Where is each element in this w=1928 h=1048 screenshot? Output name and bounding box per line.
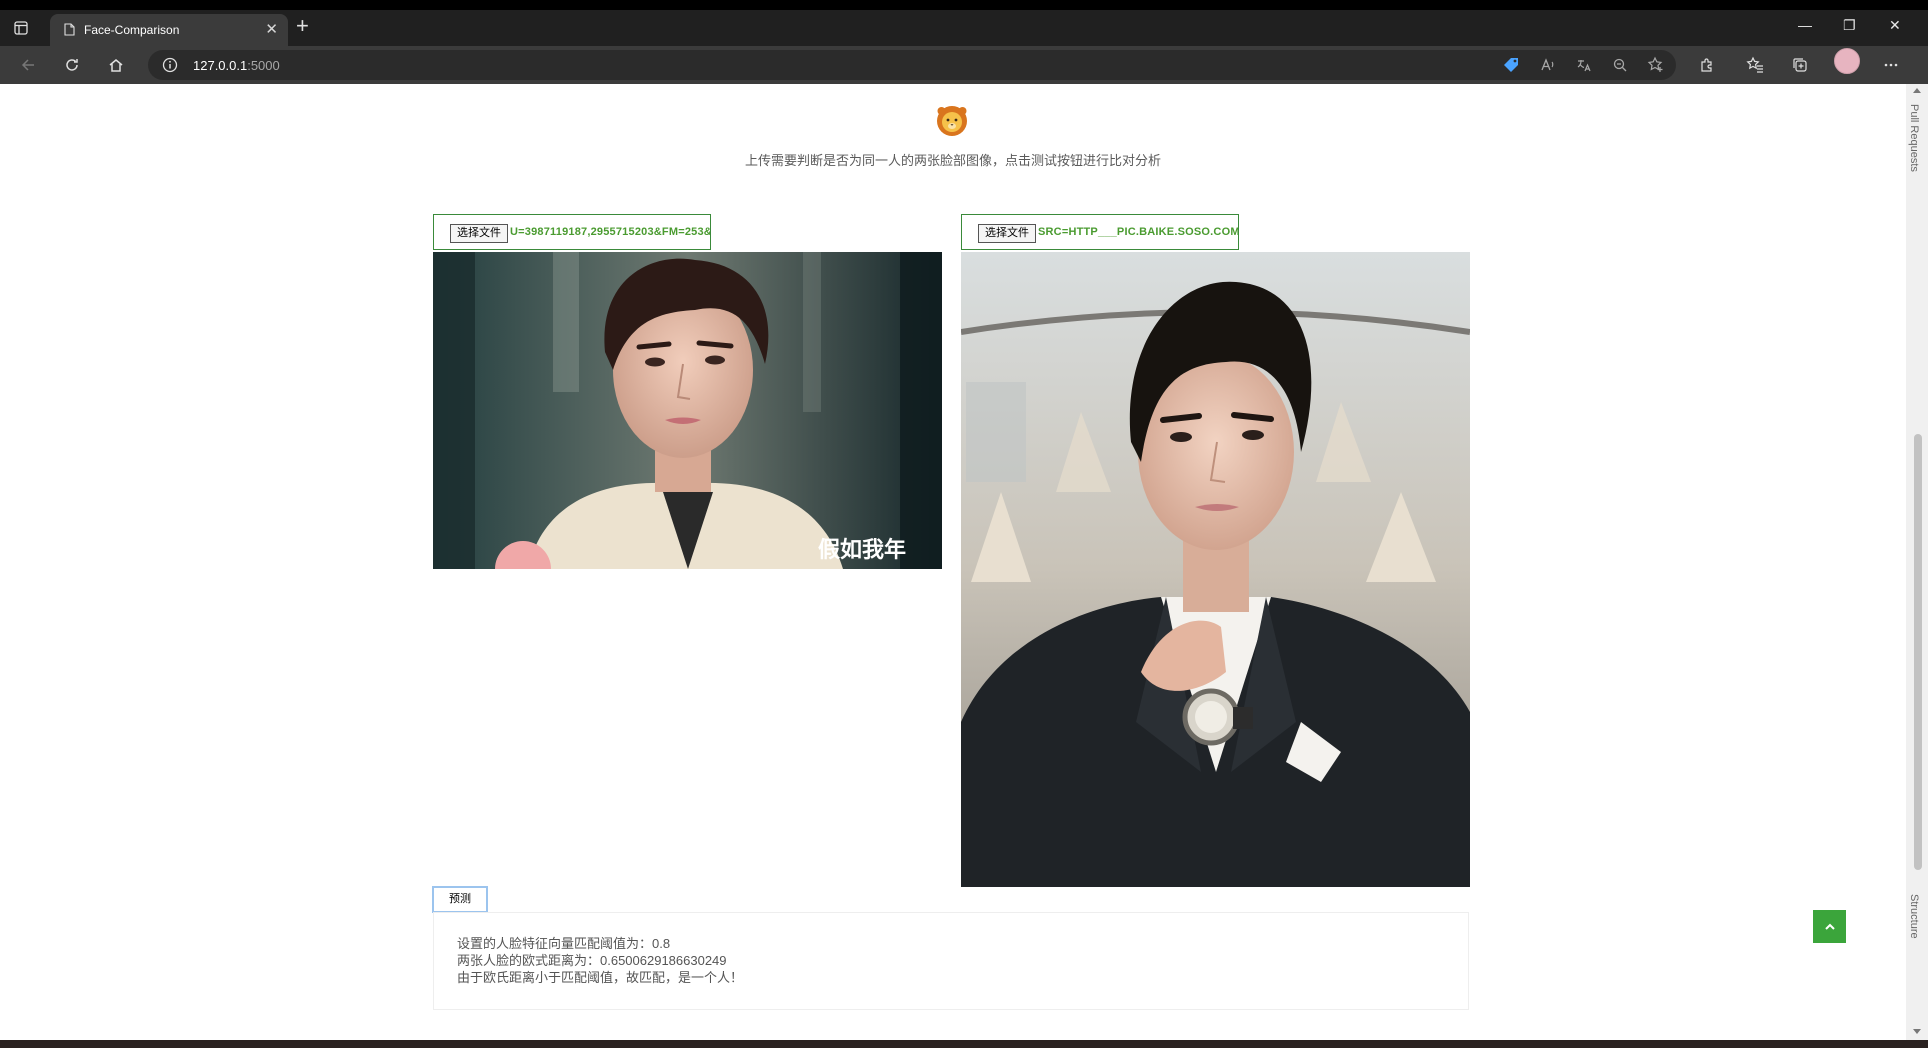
file-input-1[interactable]: 选择文件 U=3987119187,2955715203&FM=253&FMT=…: [433, 214, 711, 250]
file-name-2: SRC=HTTP___PIC.BAIKE.SOSO.COM: [1038, 226, 1239, 238]
back-icon[interactable]: [18, 55, 38, 75]
taskbar-edge: [0, 1040, 1928, 1048]
home-icon[interactable]: [106, 55, 126, 75]
refresh-icon[interactable]: [62, 55, 82, 75]
url-port: :5000: [247, 58, 280, 73]
collections-icon[interactable]: [1790, 55, 1810, 75]
file-input-2[interactable]: 选择文件 SRC=HTTP___PIC.BAIKE.SOSO.COM: [961, 214, 1239, 250]
restore-icon[interactable]: ❐: [1843, 18, 1856, 32]
url-text: 127.0.0.1:5000: [193, 58, 280, 73]
tab-close-icon[interactable]: ✕: [265, 22, 278, 37]
tab-face-comparison[interactable]: Face-Comparison ✕: [50, 14, 288, 46]
close-window-icon[interactable]: ✕: [1889, 18, 1901, 32]
video-caption: 假如我年: [818, 537, 906, 563]
choose-file-button-1[interactable]: 选择文件: [450, 224, 508, 243]
page-scrollbar[interactable]: Pull Requests Structure: [1906, 84, 1928, 1040]
lion-face-icon: [937, 106, 967, 136]
tab-title: Face-Comparison: [84, 23, 180, 37]
translate-icon[interactable]: [1574, 55, 1594, 75]
file-name-1: U=3987119187,2955715203&FM=253&FMT=AUTO: [510, 226, 711, 238]
chevron-up-icon: [1824, 923, 1835, 930]
tab-strip: Face-Comparison ✕ + — ❐ ✕: [0, 10, 1928, 46]
predict-button[interactable]: 预测: [432, 886, 488, 913]
face-image-1: 假如我年: [433, 252, 942, 569]
minimize-icon[interactable]: —: [1798, 18, 1812, 32]
address-bar: 127.0.0.1:5000: [0, 46, 1928, 84]
new-tab-icon[interactable]: +: [296, 15, 309, 37]
scroll-down-arrow-icon[interactable]: [1912, 1028, 1922, 1036]
result-panel: 设置的人脸特征向量匹配阈值为：0.8 两张人脸的欧式距离为：0.65006291…: [433, 912, 1469, 1010]
face-image-2: [961, 252, 1470, 887]
read-aloud-icon[interactable]: [1538, 55, 1558, 75]
add-favorite-icon[interactable]: [1646, 55, 1666, 75]
scrollbar-thumb[interactable]: [1914, 434, 1922, 870]
url-host: 127.0.0.1: [193, 58, 248, 73]
scroll-up-arrow-icon[interactable]: [1912, 86, 1922, 94]
extensions-icon[interactable]: [1697, 55, 1717, 75]
favorites-icon[interactable]: [1745, 55, 1765, 75]
more-menu-icon[interactable]: [1881, 55, 1901, 75]
page-subtitle: 上传需要判断是否为同一人的两张脸部图像，点击测试按钮进行比对分析: [744, 153, 1161, 168]
choose-file-button-2[interactable]: 选择文件: [978, 224, 1036, 243]
page-content: 上传需要判断是否为同一人的两张脸部图像，点击测试按钮进行比对分析 选择文件 U=…: [0, 84, 1906, 1040]
window-top-edge: [0, 0, 1928, 10]
side-panel-label-bottom[interactable]: Structure: [1908, 894, 1920, 939]
zoom-out-icon[interactable]: [1610, 55, 1630, 75]
page-icon: [64, 23, 75, 39]
tab-actions-icon[interactable]: [14, 21, 28, 40]
conclusion-text: 由于欧氏距离小于匹配阈值，故匹配，是一个人！: [457, 970, 744, 985]
site-info-icon[interactable]: [162, 57, 178, 78]
url-field[interactable]: 127.0.0.1:5000: [148, 50, 1676, 80]
profile-avatar[interactable]: [1834, 48, 1860, 74]
shopping-tag-icon[interactable]: [1501, 55, 1521, 75]
back-to-top-button[interactable]: [1813, 910, 1846, 943]
side-panel-label-top[interactable]: Pull Requests: [1908, 104, 1920, 172]
